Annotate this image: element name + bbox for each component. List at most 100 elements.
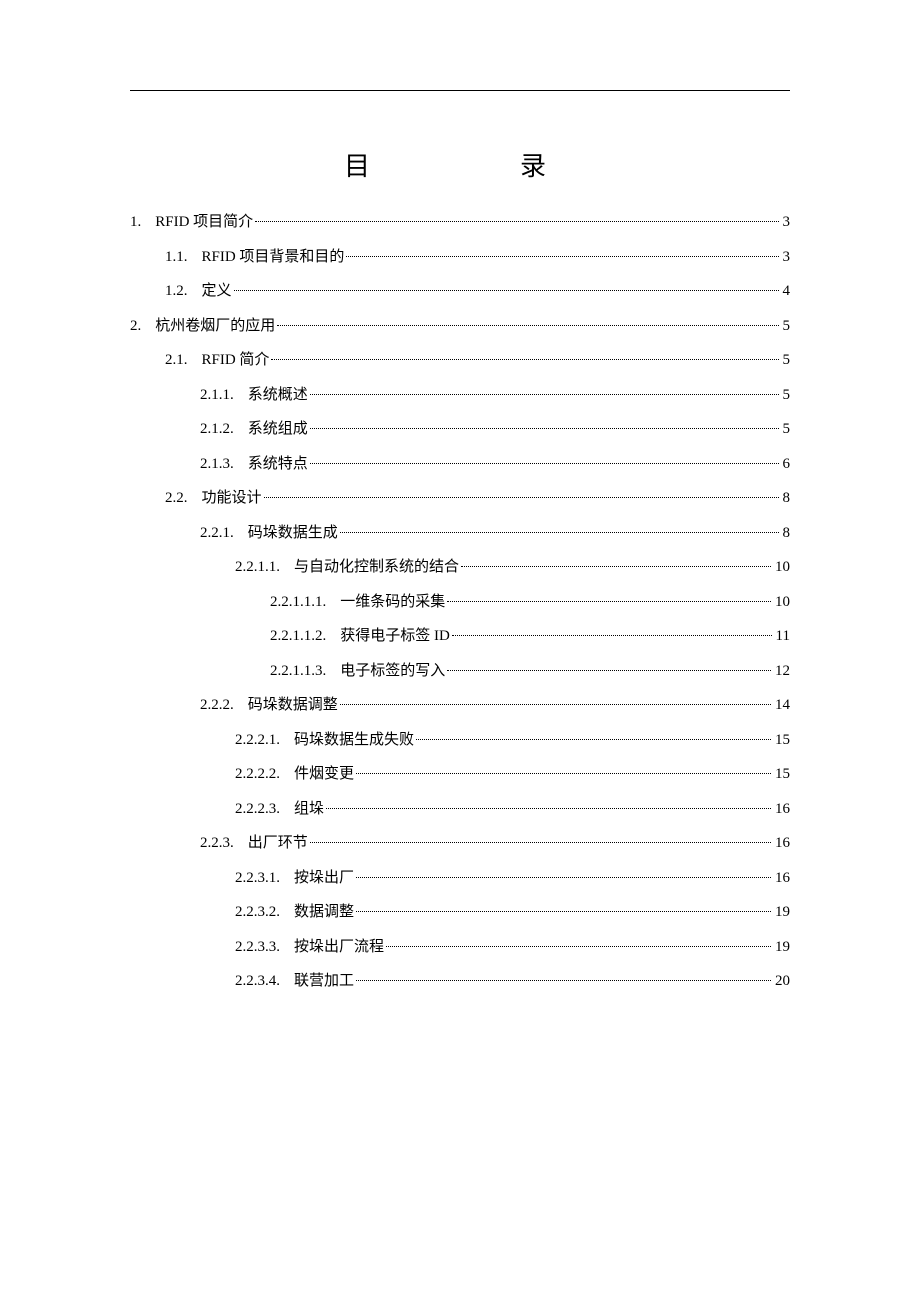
toc-entry-page: 10 <box>773 585 790 620</box>
toc-leader-dots <box>447 601 771 602</box>
toc-leader-dots <box>346 256 778 257</box>
toc-entry: 1.2.定义 4 <box>130 274 790 309</box>
toc-entry-page: 5 <box>781 378 791 413</box>
toc-entry: 2.1.3.系统特点 6 <box>130 447 790 482</box>
toc-entry-number: 2.1.3. <box>200 447 248 482</box>
toc-entry-page: 16 <box>773 792 790 827</box>
toc-entry-page: 3 <box>781 205 791 240</box>
toc-entry-number: 2.2.2.1. <box>235 723 294 758</box>
toc-entry-label: 码垛数据生成失败 <box>294 723 414 758</box>
toc-entry-page: 20 <box>773 964 790 999</box>
toc-entry-page: 8 <box>781 481 791 516</box>
toc-leader-dots <box>447 670 771 671</box>
toc-entry-number: 2. <box>130 309 155 344</box>
toc-entry-page: 19 <box>773 930 790 965</box>
toc-entry-number: 2.2. <box>165 481 202 516</box>
toc-entry-page: 11 <box>774 619 790 654</box>
toc-entry-page: 16 <box>773 861 790 896</box>
toc-leader-dots <box>340 532 779 533</box>
toc-entry-number: 2.1.1. <box>200 378 248 413</box>
toc-entry-label: 出厂环节 <box>248 826 308 861</box>
toc-entry-number: 1.2. <box>165 274 202 309</box>
toc-entry: 2.2.3.出厂环节 16 <box>130 826 790 861</box>
toc-entry-page: 6 <box>781 447 791 482</box>
toc-entry-number: 2.2.2. <box>200 688 248 723</box>
toc-leader-dots <box>310 842 771 843</box>
toc-entry-label: 组垛 <box>294 792 324 827</box>
toc-leader-dots <box>340 704 771 705</box>
toc-entry-page: 4 <box>781 274 791 309</box>
toc-entry-label: 定义 <box>202 274 232 309</box>
toc-entry-number: 2.2.3.4. <box>235 964 294 999</box>
toc-entry: 2.2.功能设计 8 <box>130 481 790 516</box>
toc-entry-number: 2.2.2.2. <box>235 757 294 792</box>
toc-entry-label: 电子标签的写入 <box>340 654 445 689</box>
toc-entry-number: 2.1. <box>165 343 202 378</box>
toc-entry: 2.1.RFID 简介5 <box>130 343 790 378</box>
toc-entry-number: 2.2.1.1.2. <box>270 619 340 654</box>
toc-entry-number: 2.2.1.1. <box>235 550 294 585</box>
toc-leader-dots <box>264 497 779 498</box>
toc-entry: 2.2.2.2.件烟变更 15 <box>130 757 790 792</box>
toc-entry-page: 10 <box>773 550 790 585</box>
toc-leader-dots <box>356 773 771 774</box>
toc-title: 目录 <box>130 146 790 183</box>
toc-entry-page: 19 <box>773 895 790 930</box>
toc-entry-page: 8 <box>781 516 791 551</box>
toc-entry: 2.杭州卷烟厂的应用 5 <box>130 309 790 344</box>
toc-leader-dots <box>356 911 771 912</box>
toc-list: 1. RFID 项目简介31.1.RFID 项目背景和目的31.2.定义42.杭… <box>130 205 790 999</box>
toc-entry-number: 2.2.3. <box>200 826 248 861</box>
toc-entry: 2.2.3.3.按垛出厂流程 19 <box>130 930 790 965</box>
toc-leader-dots <box>310 463 779 464</box>
toc-entry-page: 12 <box>773 654 790 689</box>
toc-entry: 2.2.3.2.数据调整 19 <box>130 895 790 930</box>
toc-entry: 1.1.RFID 项目背景和目的3 <box>130 240 790 275</box>
toc-leader-dots <box>234 290 779 291</box>
toc-entry-number: 2.2.3.3. <box>235 930 294 965</box>
toc-entry: 2.2.3.1.按垛出厂16 <box>130 861 790 896</box>
toc-entry-page: 15 <box>773 757 790 792</box>
toc-leader-dots <box>271 359 778 360</box>
toc-leader-dots <box>277 325 778 326</box>
toc-entry-label: 按垛出厂 <box>294 861 354 896</box>
toc-entry-label: 按垛出厂流程 <box>294 930 384 965</box>
toc-entry-page: 16 <box>773 826 790 861</box>
toc-entry: 2.1.2.系统组成5 <box>130 412 790 447</box>
toc-entry-page: 5 <box>781 309 791 344</box>
toc-entry-label: 杭州卷烟厂的应用 <box>155 309 275 344</box>
toc-entry-label: 系统特点 <box>248 447 308 482</box>
toc-entry: 2.2.1.1.3.电子标签的写入 12 <box>130 654 790 689</box>
toc-entry-label: 系统概述 <box>248 378 308 413</box>
toc-leader-dots <box>356 980 771 981</box>
toc-leader-dots <box>310 428 779 429</box>
toc-entry-label: 一维条码的采集 <box>340 585 445 620</box>
toc-entry: 2.2.1.码垛数据生成8 <box>130 516 790 551</box>
toc-entry-label: 数据调整 <box>294 895 354 930</box>
toc-entry-page: 5 <box>781 412 791 447</box>
page: 目录 1. RFID 项目简介31.1.RFID 项目背景和目的31.2.定义4… <box>0 0 920 1302</box>
toc-entry-number: 2.2.1.1.1. <box>270 585 340 620</box>
toc-entry-label: RFID 项目背景和目的 <box>202 240 345 275</box>
toc-entry: 2.2.2.1.码垛数据生成失败15 <box>130 723 790 758</box>
toc-entry: 2.2.2.3.组垛16 <box>130 792 790 827</box>
toc-entry: 2.2.1.1.与自动化控制系统的结合10 <box>130 550 790 585</box>
toc-leader-dots <box>416 739 771 740</box>
toc-entry-label: 功能设计 <box>202 481 262 516</box>
toc-entry-number: 2.1.2. <box>200 412 248 447</box>
toc-entry-label: 件烟变更 <box>294 757 354 792</box>
toc-entry-number: 2.2.1.1.3. <box>270 654 340 689</box>
toc-entry: 1. RFID 项目简介3 <box>130 205 790 240</box>
toc-leader-dots <box>326 808 771 809</box>
toc-entry: 2.1.1.系统概述 5 <box>130 378 790 413</box>
top-rule <box>130 90 790 91</box>
toc-leader-dots <box>452 635 772 636</box>
toc-entry-number: 2.2.3.2. <box>235 895 294 930</box>
toc-entry-page: 3 <box>781 240 791 275</box>
toc-entry-label: 联营加工 <box>294 964 354 999</box>
toc-entry-page: 5 <box>781 343 791 378</box>
toc-entry: 2.2.2.码垛数据调整14 <box>130 688 790 723</box>
toc-leader-dots <box>356 877 771 878</box>
toc-entry-page: 14 <box>773 688 790 723</box>
toc-entry: 2.2.1.1.2.获得电子标签 ID11 <box>130 619 790 654</box>
